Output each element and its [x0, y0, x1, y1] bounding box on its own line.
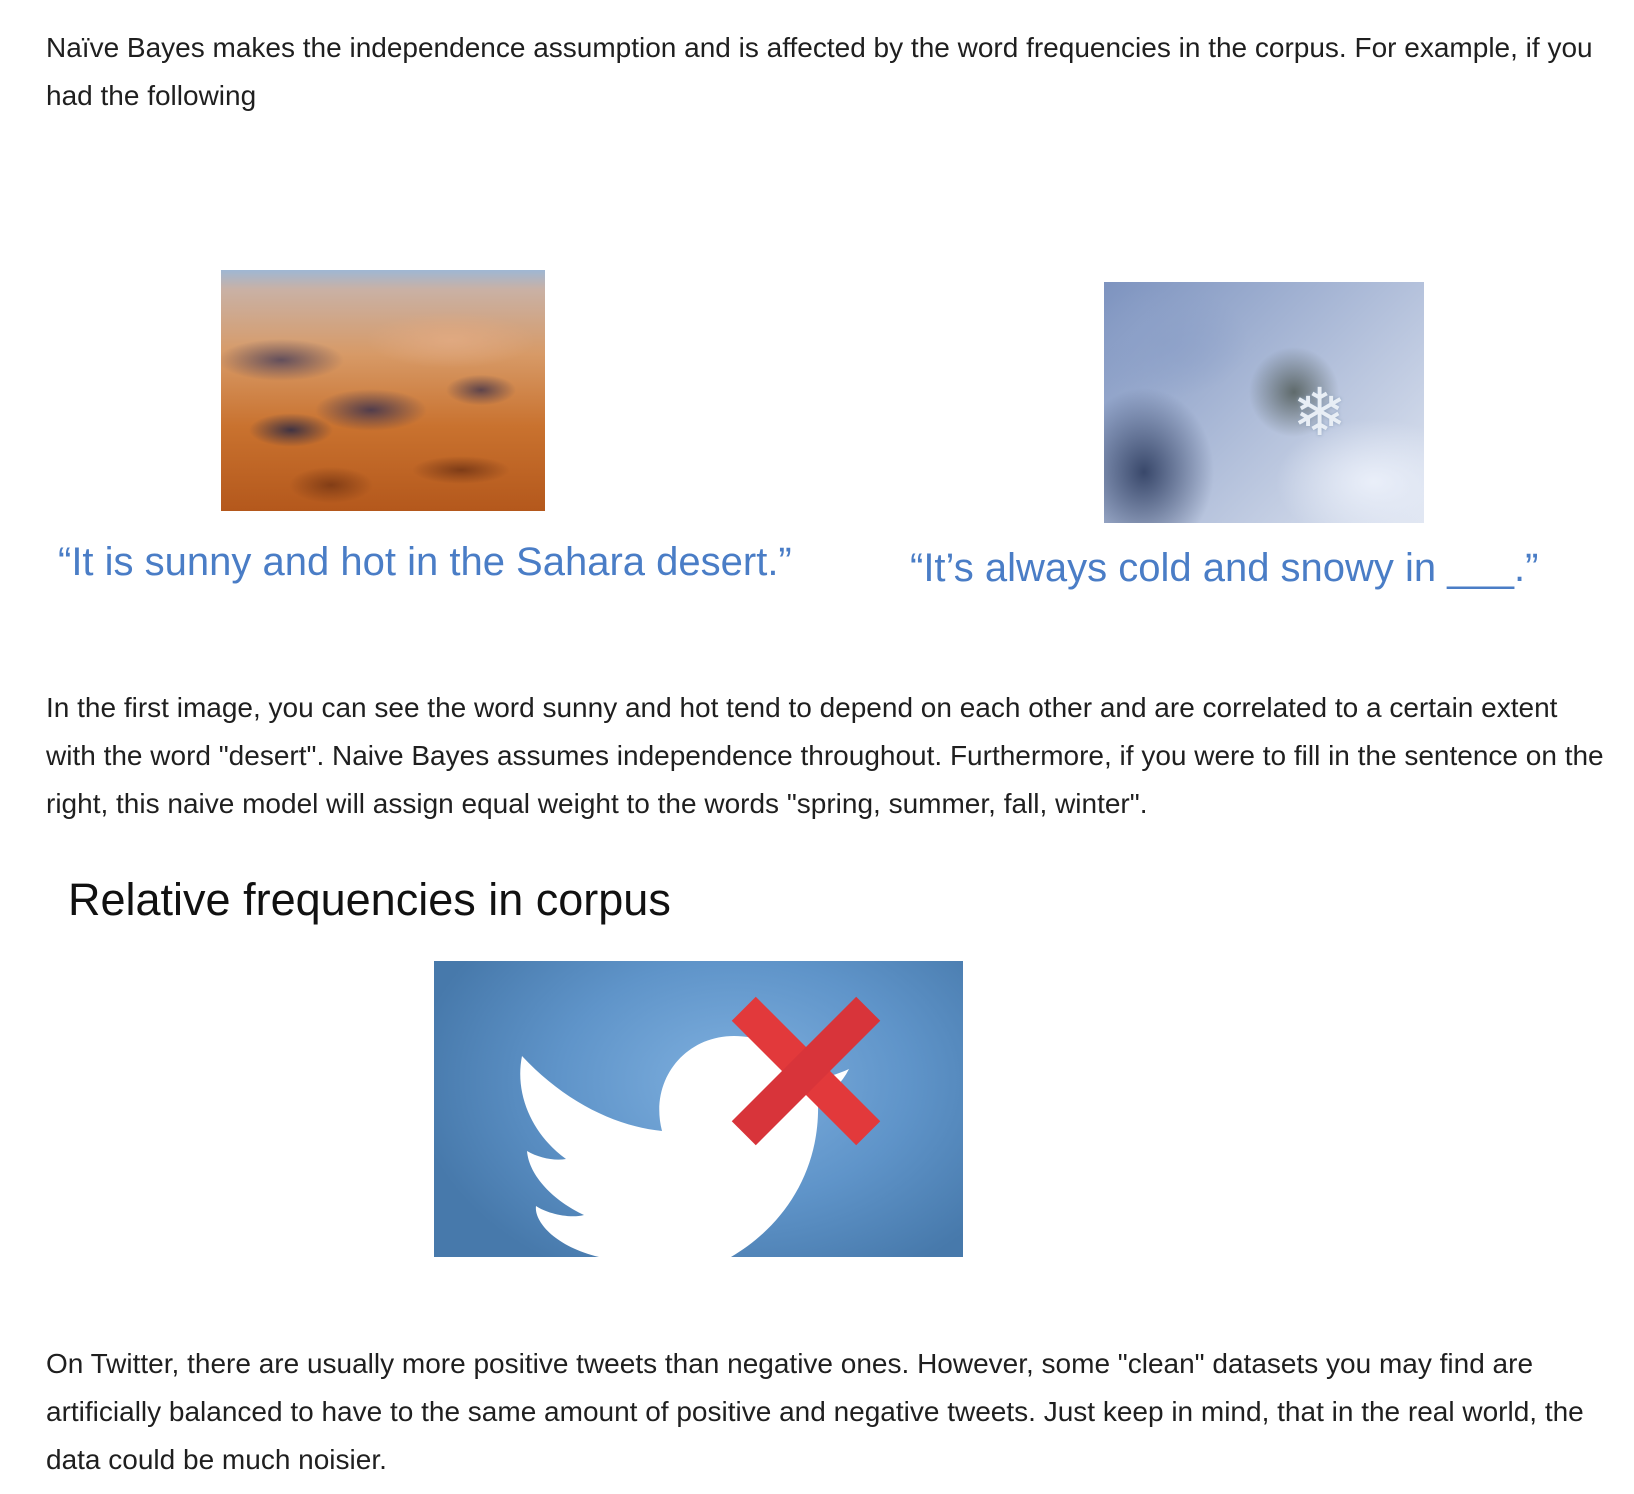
twitter-bird-icon [520, 996, 881, 1257]
left-example-quote: “It is sunny and hot in the Sahara deser… [58, 540, 792, 584]
right-example-quote: “It’s always cold and snowy in ___.” [910, 546, 1539, 590]
intro-paragraph: Naïve Bayes makes the independence assum… [46, 32, 1593, 111]
desert-photo [221, 270, 545, 511]
section-heading: Relative frequencies in corpus [68, 874, 671, 925]
twitter-crossed-out-image [434, 961, 963, 1257]
snowflake-photo: ❄ [1104, 282, 1424, 523]
closing-paragraph: On Twitter, there are usually more posit… [46, 1348, 1584, 1475]
explanation-paragraph: In the first image, you can see the word… [46, 692, 1604, 819]
snowflake-icon: ❄ [1292, 374, 1348, 451]
